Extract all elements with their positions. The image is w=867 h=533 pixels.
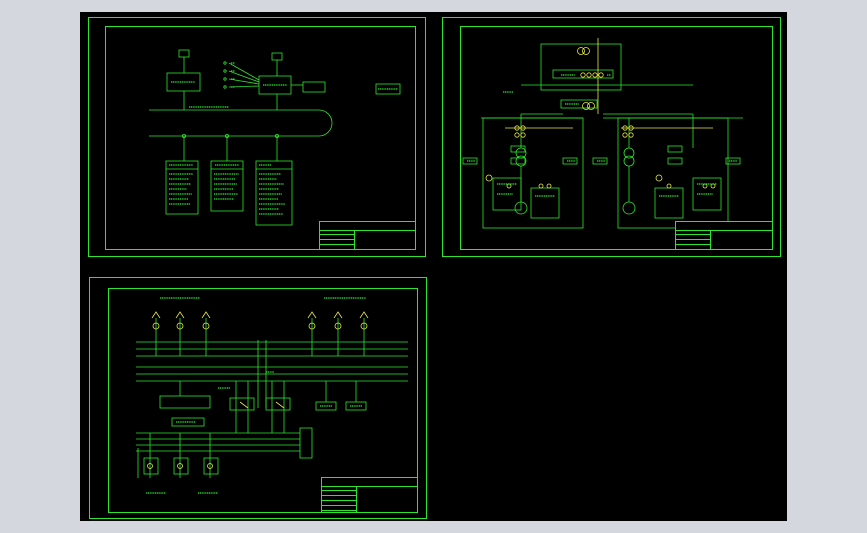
sheet-2-title-block	[675, 221, 773, 250]
sheet-3-revision-table	[322, 486, 357, 512]
drawing-sheet-2	[442, 17, 781, 257]
drawing-sheet-1	[88, 17, 426, 257]
sheet-2-revision-table	[676, 230, 711, 249]
sheet-1-revision-table	[320, 230, 355, 249]
cad-drawing-canvas	[80, 12, 787, 521]
drawing-sheet-3	[89, 277, 427, 519]
sheet-3-title-block	[321, 477, 418, 513]
sheet-1-title-block	[319, 221, 416, 250]
